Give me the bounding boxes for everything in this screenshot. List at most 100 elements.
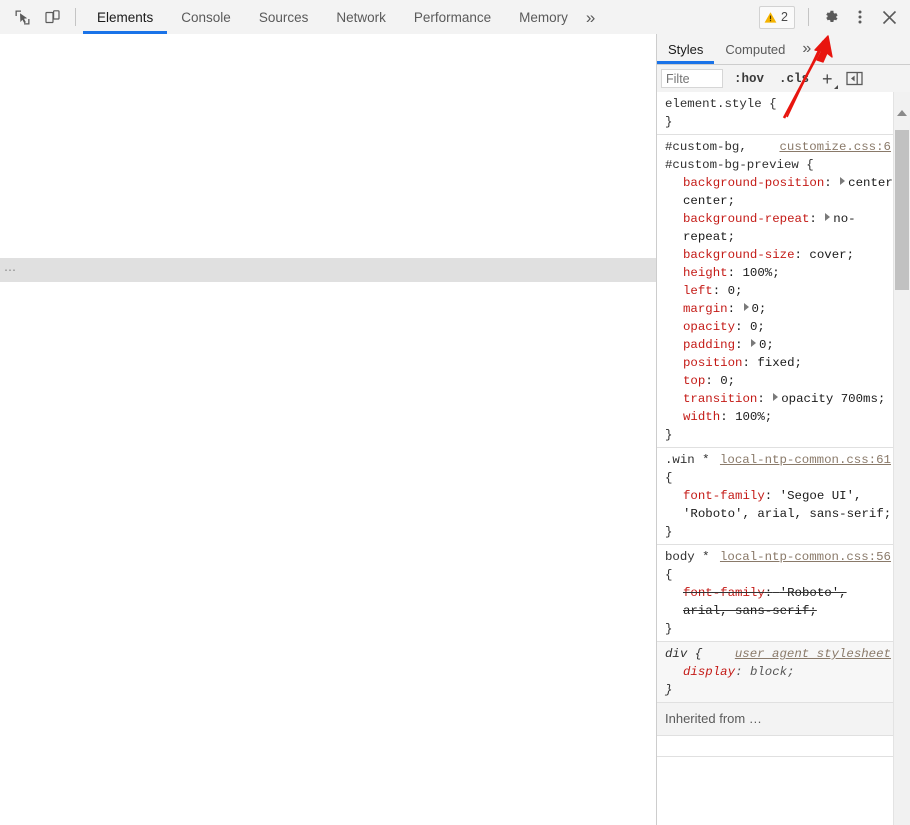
inspect-element-icon[interactable] xyxy=(8,4,36,30)
css-property-value[interactable]: block; xyxy=(750,665,795,679)
css-property-value[interactable]: opacity 700ms; xyxy=(781,392,885,406)
css-rule-selector[interactable]: local-ntp-common.css:56 body * { xyxy=(665,548,894,584)
css-property-value[interactable]: 100%; xyxy=(743,266,780,280)
styles-more-tabs-icon[interactable]: » xyxy=(796,34,817,64)
cls-button[interactable]: .cls xyxy=(775,72,813,86)
expand-triangle-icon[interactable] xyxy=(773,393,779,401)
css-rule-selector[interactable]: element.style { xyxy=(665,95,894,113)
css-property-name[interactable]: height xyxy=(683,266,728,280)
dom-tree-panel[interactable]: ⋯ xyxy=(0,34,657,825)
css-rule-close-brace: } xyxy=(665,525,673,539)
close-icon[interactable] xyxy=(875,4,903,30)
css-property-name[interactable]: margin xyxy=(683,302,728,316)
panel-tabs: Elements Console Sources Network Perform… xyxy=(83,0,603,34)
css-rule[interactable]: element.style {} xyxy=(657,92,894,135)
more-tabs-icon[interactable]: » xyxy=(582,0,603,34)
css-declaration[interactable]: background-position: center center; xyxy=(665,174,894,210)
css-rule-source-link[interactable]: local-ntp-common.css:56 xyxy=(720,548,894,566)
tab-memory-label: Memory xyxy=(519,9,568,25)
expand-triangle-icon[interactable] xyxy=(825,213,831,221)
tab-console[interactable]: Console xyxy=(167,0,245,34)
css-rules-list[interactable]: element.style {} customize.css:6 #custom-b… xyxy=(657,92,894,825)
css-property-value[interactable]: fixed; xyxy=(757,356,802,370)
css-property-value[interactable]: 0; xyxy=(750,320,765,334)
css-property-name[interactable]: left xyxy=(683,284,713,298)
css-property-name[interactable]: position xyxy=(683,356,743,370)
tab-elements[interactable]: Elements xyxy=(83,0,168,34)
tab-memory[interactable]: Memory xyxy=(505,0,582,34)
tab-styles[interactable]: Styles xyxy=(657,34,715,64)
css-rule-selector[interactable]: customize.css:6 #custom-bg, #custom-bg-pr… xyxy=(665,138,894,174)
css-property-value[interactable]: 100%; xyxy=(735,410,772,424)
css-declaration[interactable]: opacity: 0; xyxy=(665,318,894,336)
css-property-value[interactable]: 0; xyxy=(752,302,767,316)
css-declaration[interactable]: height: 100%; xyxy=(665,264,894,282)
tab-performance[interactable]: Performance xyxy=(400,0,505,34)
toggle-sidebar-icon[interactable] xyxy=(845,71,863,86)
styles-filter-input[interactable] xyxy=(661,69,723,88)
css-rule-close-brace: } xyxy=(665,683,673,697)
css-declaration[interactable]: padding: 0; xyxy=(665,336,894,354)
css-rule-source-link[interactable]: local-ntp-common.css:61 xyxy=(720,451,894,469)
css-rule[interactable]: local-ntp-common.css:61 .win * {font-fami… xyxy=(657,448,894,545)
css-rule-source-link[interactable]: customize.css:6 xyxy=(779,138,894,156)
expand-triangle-icon[interactable] xyxy=(743,303,749,311)
css-declaration[interactable]: width: 100%; xyxy=(665,408,894,426)
css-property-name[interactable]: transition xyxy=(683,392,757,406)
styles-scrollbar[interactable] xyxy=(893,92,910,825)
scroll-up-arrow-icon[interactable] xyxy=(897,110,907,116)
new-style-rule-button[interactable]: + xyxy=(822,70,838,89)
css-property-value[interactable]: 0; xyxy=(720,374,735,388)
css-declaration[interactable]: font-family: 'Segoe UI', 'Roboto', arial… xyxy=(665,487,894,523)
css-rule-selector[interactable]: user agent stylesheet div { xyxy=(665,645,894,663)
css-property-name[interactable]: top xyxy=(683,374,705,388)
css-property-name[interactable]: background-size xyxy=(683,248,795,262)
css-declaration[interactable]: font-family: 'Roboto', arial, sans-serif… xyxy=(665,584,894,620)
scrollbar-thumb[interactable] xyxy=(895,130,909,290)
expand-triangle-icon[interactable] xyxy=(840,177,846,185)
chevron-down-icon xyxy=(833,84,838,89)
tab-network-label: Network xyxy=(336,9,386,25)
css-declaration[interactable]: left: 0; xyxy=(665,282,894,300)
inherited-from-section[interactable]: Inherited from … xyxy=(657,703,894,736)
css-declaration[interactable]: margin: 0; xyxy=(665,300,894,318)
tab-network[interactable]: Network xyxy=(322,0,400,34)
css-property-name[interactable]: font-family xyxy=(683,586,765,600)
css-rule[interactable]: local-ntp-common.css:56 body * {font-fami… xyxy=(657,545,894,642)
dom-selected-row[interactable] xyxy=(0,258,656,282)
css-property-value[interactable]: 0; xyxy=(759,338,774,352)
css-rule[interactable]: customize.css:6 #custom-bg, #custom-bg-pr… xyxy=(657,135,894,448)
css-declaration[interactable]: transition: opacity 700ms; xyxy=(665,390,894,408)
css-property-name[interactable]: background-repeat xyxy=(683,212,809,226)
css-property-name[interactable]: display xyxy=(683,665,735,679)
kebab-menu-icon[interactable] xyxy=(846,4,874,30)
css-property-colon: : xyxy=(735,338,743,352)
css-rule-source-link[interactable]: user agent stylesheet xyxy=(735,645,894,663)
new-style-rule-label: + xyxy=(822,68,833,89)
css-declaration[interactable]: position: fixed; xyxy=(665,354,894,372)
tab-computed[interactable]: Computed xyxy=(714,34,796,64)
hov-state-button[interactable]: :hov xyxy=(730,72,768,86)
css-property-name[interactable]: opacity xyxy=(683,320,735,334)
device-toolbar-icon[interactable] xyxy=(38,4,66,30)
dom-tree-blurred-content xyxy=(0,34,656,825)
css-property-name[interactable]: background-position xyxy=(683,176,824,190)
css-rule-selector[interactable]: local-ntp-common.css:61 .win * { xyxy=(665,451,894,487)
css-property-name[interactable]: padding xyxy=(683,338,735,352)
css-declaration[interactable]: background-size: cover; xyxy=(665,246,894,264)
warning-count-badge[interactable]: 2 xyxy=(759,5,795,29)
gear-icon[interactable] xyxy=(817,4,845,30)
css-declaration[interactable]: background-repeat: no-repeat; xyxy=(665,210,894,246)
css-rule[interactable]: user agent stylesheet div {display: block… xyxy=(657,642,894,703)
css-property-name[interactable]: font-family xyxy=(683,489,765,503)
css-property-value[interactable]: cover; xyxy=(809,248,854,262)
css-declaration[interactable]: display: block; xyxy=(665,663,894,681)
styles-panel: Styles Computed » :hov .cls + element.st… xyxy=(657,34,910,825)
css-property-colon: : xyxy=(742,356,750,370)
expand-triangle-icon[interactable] xyxy=(750,339,756,347)
css-declaration[interactable]: top: 0; xyxy=(665,372,894,390)
tab-sources[interactable]: Sources xyxy=(245,0,323,34)
css-property-value[interactable]: 0; xyxy=(728,284,743,298)
css-property-name[interactable]: width xyxy=(683,410,720,424)
css-property-colon: : xyxy=(794,248,802,262)
